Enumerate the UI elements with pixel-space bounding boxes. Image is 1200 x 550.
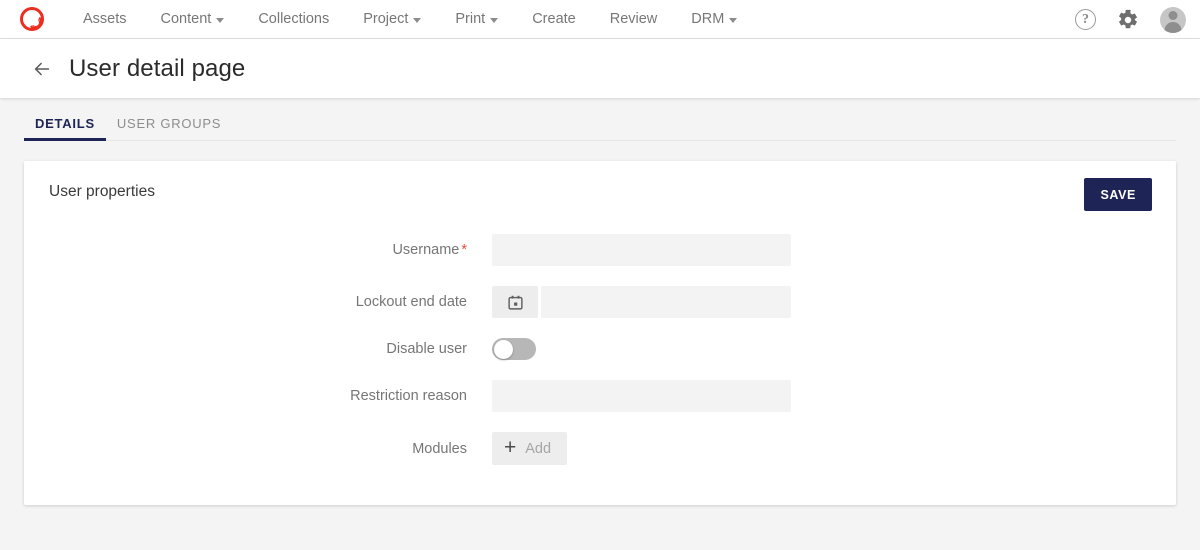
restriction-reason-label: Restriction reason (350, 388, 467, 404)
disable-user-control (492, 338, 1152, 360)
nav-item-label: Project (363, 10, 409, 27)
nav-item-collections[interactable]: Collections (241, 0, 346, 39)
modules-label: Modules (412, 440, 467, 457)
tab-bar: DETAILS USER GROUPS (0, 98, 1200, 141)
nav-item-drm[interactable]: DRM (674, 0, 754, 39)
required-asterisk: * (461, 242, 467, 258)
lockout-end-date-label: Lockout end date (355, 294, 467, 310)
page-header: User detail page (0, 39, 1200, 98)
form-row-disable-user: Disable user (48, 338, 1152, 360)
calendar-picker-button[interactable] (492, 286, 538, 318)
date-picker (492, 286, 791, 318)
nav-item-label: Content (160, 10, 212, 27)
nav-item-label: Create (532, 10, 576, 27)
app-logo[interactable] (18, 5, 46, 33)
disable-user-label: Disable user (386, 341, 467, 357)
chevron-down-icon (490, 17, 499, 23)
app-logo-swirl-inner (31, 18, 40, 27)
chevron-down-icon (216, 17, 225, 23)
label-text: Username (392, 242, 460, 258)
toggle-knob (493, 339, 513, 359)
add-module-label: Add (525, 440, 552, 457)
help-icon[interactable]: ? (1075, 9, 1096, 30)
tab-user-groups[interactable]: USER GROUPS (106, 116, 232, 141)
disable-user-toggle[interactable] (492, 338, 536, 360)
tab-label: USER GROUPS (116, 116, 222, 131)
restriction-reason-control (492, 380, 1152, 412)
nav-item-label: Collections (258, 10, 330, 27)
chevron-down-icon (413, 17, 422, 23)
nav-item-label: DRM (691, 10, 725, 27)
user-properties-form: Username * Lockout end date Disable user… (48, 217, 1152, 465)
main-menu: Assets Content Collections Project Print… (66, 0, 754, 39)
chevron-down-icon (729, 17, 738, 23)
tab-details[interactable]: DETAILS (24, 116, 106, 141)
avatar[interactable] (1160, 6, 1186, 33)
add-module-button[interactable]: + Add (492, 432, 568, 465)
nav-item-project[interactable]: Project (346, 0, 438, 39)
form-row-lockout-end-date: Lockout end date (48, 286, 1152, 318)
nav-item-create[interactable]: Create (515, 0, 593, 39)
form-row-restriction-reason: Restriction reason (48, 380, 1152, 412)
form-row-modules: Modules + Add (48, 432, 1152, 465)
page-title: User detail page (69, 54, 246, 82)
back-arrow-icon[interactable] (31, 58, 53, 80)
nav-item-review[interactable]: Review (593, 0, 675, 39)
save-button[interactable]: SAVE (1084, 178, 1152, 211)
nav-item-label: Assets (83, 10, 127, 27)
form-row-username: Username * (48, 234, 1152, 266)
calendar-icon (507, 295, 523, 310)
gear-icon[interactable] (1117, 9, 1139, 31)
nav-item-assets[interactable]: Assets (66, 0, 144, 39)
nav-item-content[interactable]: Content (144, 0, 242, 39)
tab-label: DETAILS (35, 116, 95, 131)
card-header: User properties SAVE (48, 178, 1152, 217)
username-control (492, 234, 1152, 266)
plus-icon: + (504, 436, 517, 459)
username-input[interactable] (492, 234, 791, 266)
nav-item-label: Print (455, 10, 486, 27)
nav-right-actions: ? (1075, 0, 1186, 39)
lockout-end-date-control (492, 286, 1152, 318)
restriction-reason-input[interactable] (492, 380, 791, 412)
nav-item-print[interactable]: Print (438, 0, 515, 39)
username-label: Username * (48, 242, 492, 258)
user-properties-card: User properties SAVE Username * Lockout e… (24, 161, 1176, 505)
lockout-end-date-input[interactable] (541, 286, 791, 318)
nav-item-label: Review (609, 10, 658, 27)
card-title: User properties (49, 183, 155, 200)
top-navigation-bar: Assets Content Collections Project Print… (0, 0, 1200, 39)
modules-control: + Add (492, 432, 1152, 465)
